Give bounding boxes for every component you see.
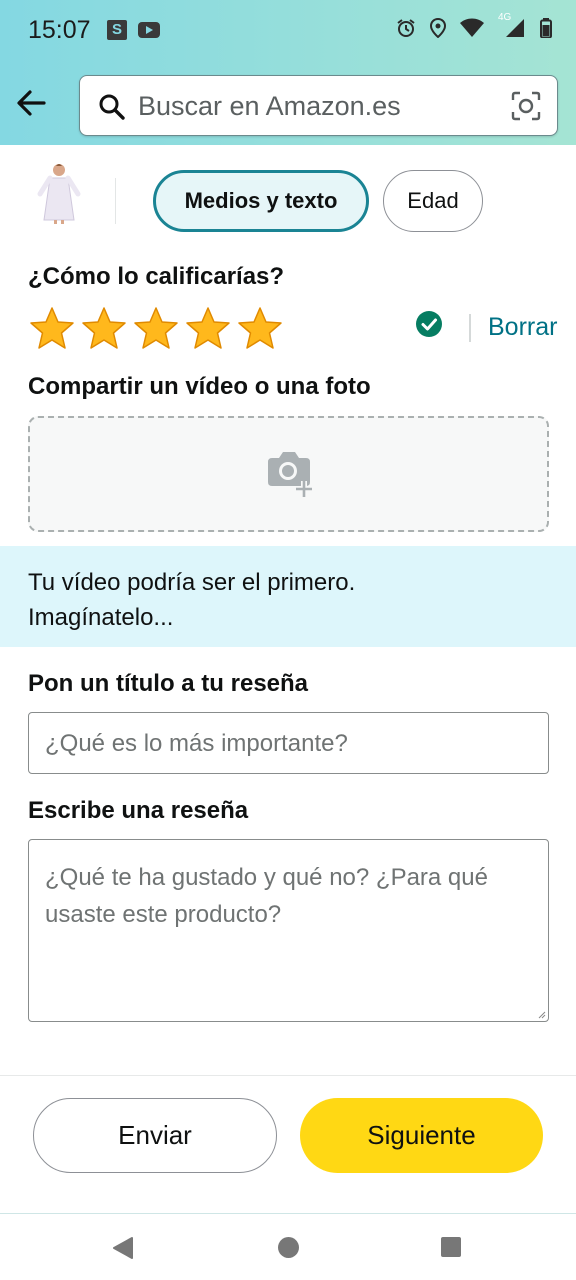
star-icon[interactable] bbox=[236, 305, 284, 353]
next-button[interactable]: Siguiente bbox=[300, 1098, 543, 1173]
system-nav-bar bbox=[0, 1213, 576, 1280]
status-time: 15:07 bbox=[28, 16, 91, 44]
notification-s-icon: S bbox=[107, 20, 127, 40]
info-banner-line-2: Imagínatelo... bbox=[28, 604, 174, 631]
tab-media-and-text[interactable]: Medios y texto bbox=[153, 170, 369, 232]
rating-heading: ¿Cómo lo calificarías? bbox=[28, 263, 285, 290]
product-thumbnail bbox=[34, 160, 84, 224]
clear-rating-link[interactable]: Borrar bbox=[488, 313, 557, 342]
camera-search-icon[interactable] bbox=[511, 91, 541, 121]
check-circle-icon bbox=[416, 311, 442, 337]
footer-divider bbox=[0, 1075, 576, 1076]
review-text-placeholder: ¿Qué te ha gustado y qué no? ¿Para qué u… bbox=[45, 864, 488, 928]
search-icon bbox=[99, 94, 125, 120]
star-icon[interactable] bbox=[184, 305, 232, 353]
star-rating[interactable] bbox=[28, 305, 284, 353]
search-placeholder: Buscar en Amazon.es bbox=[138, 91, 401, 121]
location-icon bbox=[430, 18, 446, 38]
add-photo-icon bbox=[268, 452, 312, 497]
star-icon[interactable] bbox=[28, 305, 76, 353]
resize-handle-icon[interactable] bbox=[538, 1011, 546, 1019]
alarm-icon bbox=[397, 19, 415, 37]
review-text-input[interactable]: ¿Qué te ha gustado y qué no? ¿Para qué u… bbox=[28, 839, 549, 1022]
review-title-placeholder: ¿Qué es lo más importante? bbox=[45, 730, 348, 757]
nav-home-icon[interactable] bbox=[278, 1237, 299, 1258]
media-heading: Compartir un vídeo o una foto bbox=[28, 373, 371, 400]
wifi-icon bbox=[460, 18, 484, 37]
rating-divider bbox=[469, 314, 471, 342]
send-button[interactable]: Enviar bbox=[33, 1098, 277, 1173]
tab-divider bbox=[115, 178, 116, 224]
battery-icon bbox=[540, 18, 552, 38]
title-heading: Pon un título a tu reseña bbox=[28, 670, 309, 697]
info-banner-line-1: Tu vídeo podría ser el primero. bbox=[28, 569, 356, 596]
header: 15:07 S 4G Buscar en Amazon.es bbox=[0, 0, 576, 145]
status-bar: 15:07 S 4G bbox=[0, 0, 576, 60]
cellular-signal-icon: 4G bbox=[498, 12, 526, 38]
review-title-input[interactable]: ¿Qué es lo más importante? bbox=[28, 712, 549, 774]
nav-back-icon[interactable] bbox=[112, 1236, 134, 1260]
tab-age[interactable]: Edad bbox=[383, 170, 483, 232]
back-arrow-icon[interactable] bbox=[14, 86, 48, 120]
nav-recents-icon[interactable] bbox=[441, 1237, 461, 1257]
review-heading: Escribe una reseña bbox=[28, 797, 249, 824]
youtube-notification-icon bbox=[138, 22, 160, 38]
media-upload-box[interactable] bbox=[28, 416, 549, 532]
search-input[interactable]: Buscar en Amazon.es bbox=[79, 75, 558, 136]
status-icons: 4G bbox=[396, 12, 552, 38]
star-icon[interactable] bbox=[132, 305, 180, 353]
info-banner-text: Tu vídeo podría ser el primero. Imagínat… bbox=[28, 565, 548, 635]
star-icon[interactable] bbox=[80, 305, 128, 353]
